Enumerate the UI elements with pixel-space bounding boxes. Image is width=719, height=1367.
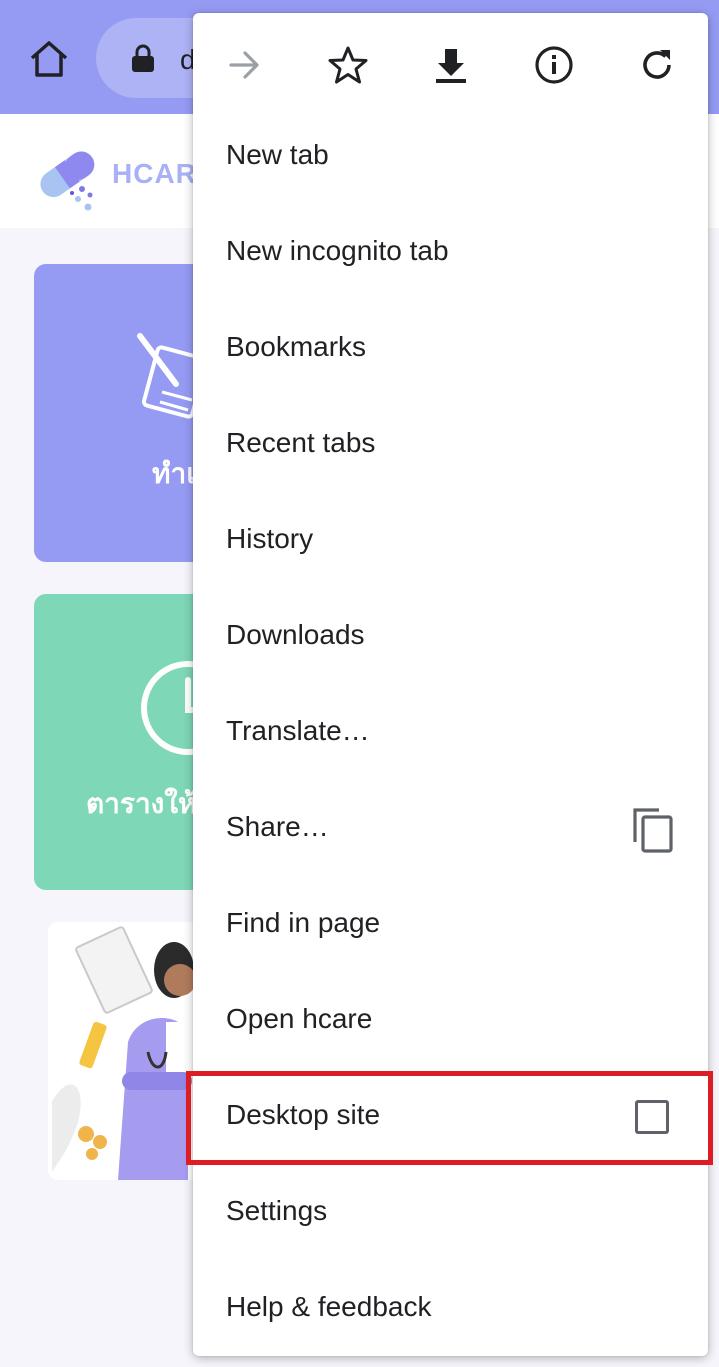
menu-item-help-feedback[interactable]: Help & feedback <box>193 1262 708 1358</box>
copy-share-icon[interactable] <box>629 804 677 854</box>
menu-top-row <box>193 13 708 113</box>
site-brand: HCAR <box>112 158 197 189</box>
menu-item-find-in-page[interactable]: Find in page <box>193 878 708 974</box>
menu-item-label: Translate… <box>226 715 370 746</box>
menu-item-label: Share… <box>226 811 329 842</box>
overflow-menu: New tab New incognito tab Bookmarks Rece… <box>193 13 708 1356</box>
reload-icon[interactable] <box>627 35 687 95</box>
lock-icon <box>130 44 156 74</box>
menu-item-new-incognito-tab[interactable]: New incognito tab <box>193 206 708 302</box>
menu-item-label: Find in page <box>226 907 381 938</box>
menu-item-settings[interactable]: Settings <box>193 1166 708 1262</box>
download-icon[interactable] <box>421 35 481 95</box>
menu-item-label: Open hcare <box>226 1003 373 1034</box>
menu-item-history[interactable]: History <box>193 494 708 590</box>
menu-item-label: Help & feedback <box>226 1291 432 1322</box>
menu-item-label: Recent tabs <box>226 427 376 458</box>
menu-item-label: Desktop site <box>226 1099 381 1130</box>
forward-icon[interactable] <box>215 35 275 95</box>
info-icon[interactable] <box>524 35 584 95</box>
schedule-card-label: ตารางให้ <box>86 788 197 819</box>
menu-item-label: Downloads <box>226 619 365 650</box>
home-icon[interactable] <box>28 38 70 80</box>
desktop-site-checkbox[interactable] <box>635 1100 669 1134</box>
menu-item-bookmarks[interactable]: Bookmarks <box>193 302 708 398</box>
menu-item-label: Bookmarks <box>226 331 367 362</box>
site-logo[interactable] <box>30 135 100 215</box>
menu-item-label: History <box>226 523 314 554</box>
bookmark-star-icon[interactable] <box>318 35 378 95</box>
menu-item-label: New tab <box>226 139 329 170</box>
browser-screen: d HCAR ทำแ ตารางให้ New tab New incognit… <box>0 0 719 1367</box>
menu-item-translate[interactable]: Translate… <box>193 686 708 782</box>
menu-item-desktop-site[interactable]: Desktop site <box>193 1070 708 1166</box>
menu-item-new-tab[interactable]: New tab <box>193 110 708 206</box>
menu-item-open-hcare[interactable]: Open hcare <box>193 974 708 1070</box>
menu-item-label: New incognito tab <box>226 235 449 266</box>
menu-item-recent-tabs[interactable]: Recent tabs <box>193 398 708 494</box>
menu-item-share[interactable]: Share… <box>193 782 708 878</box>
menu-item-downloads[interactable]: Downloads <box>193 590 708 686</box>
menu-item-label: Settings <box>226 1195 328 1226</box>
